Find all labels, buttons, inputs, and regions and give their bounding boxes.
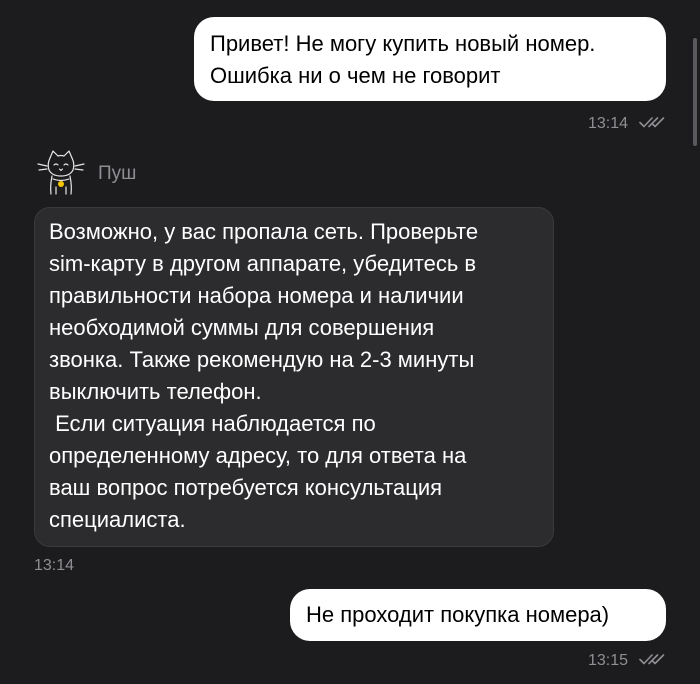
- message-text-line: Возможно, у вас пропала сеть. Проверьте: [49, 219, 479, 244]
- double-check-icon: [639, 117, 665, 128]
- cat-logo-icon: [37, 150, 85, 195]
- message-text-line: Не проходит покупка номера): [306, 602, 610, 627]
- double-check-icon: [639, 654, 665, 665]
- message-text-line: правильности набора номера и наличии: [49, 283, 464, 308]
- message-text-line: Ошибка ни о чем не говорит: [210, 63, 501, 88]
- message-text-line: Если ситуация наблюдается по: [49, 411, 376, 436]
- message-text-line: выключить телефон.: [49, 379, 262, 404]
- message-timestamp: 13:14: [588, 115, 629, 132]
- outgoing-message-bubble[interactable]: Привет! Не могу купить новый номер. Ошиб…: [194, 17, 666, 101]
- message-text-line: определенному адресу, то для ответа на: [49, 443, 467, 468]
- message-timestamp: 13:15: [588, 652, 629, 669]
- message-text-line: звонка. Также рекомендую на 2-3 минуты: [49, 347, 475, 372]
- chat-screen: Привет! Не могу купить новый номер. Ошиб…: [0, 0, 700, 684]
- sender-name: Пуш: [98, 163, 137, 184]
- message-text-line: специалиста.: [49, 507, 186, 532]
- scrollbar[interactable]: [693, 38, 697, 146]
- outgoing-message-bubble[interactable]: Не проходит покупка номера): [290, 589, 666, 641]
- message-timestamp: 13:14: [34, 557, 75, 574]
- message-text-line: необходимой суммы для совершения: [49, 315, 435, 340]
- message-text-line: Привет! Не могу купить новый номер.: [210, 31, 596, 56]
- message-text-line: sim-карту в другом аппарате, убедитесь в: [49, 251, 477, 276]
- message-text-line: ваш вопрос потребуется консультация: [49, 475, 443, 500]
- incoming-message-bubble[interactable]: Возможно, у вас пропала сеть. Проверьте …: [34, 207, 554, 547]
